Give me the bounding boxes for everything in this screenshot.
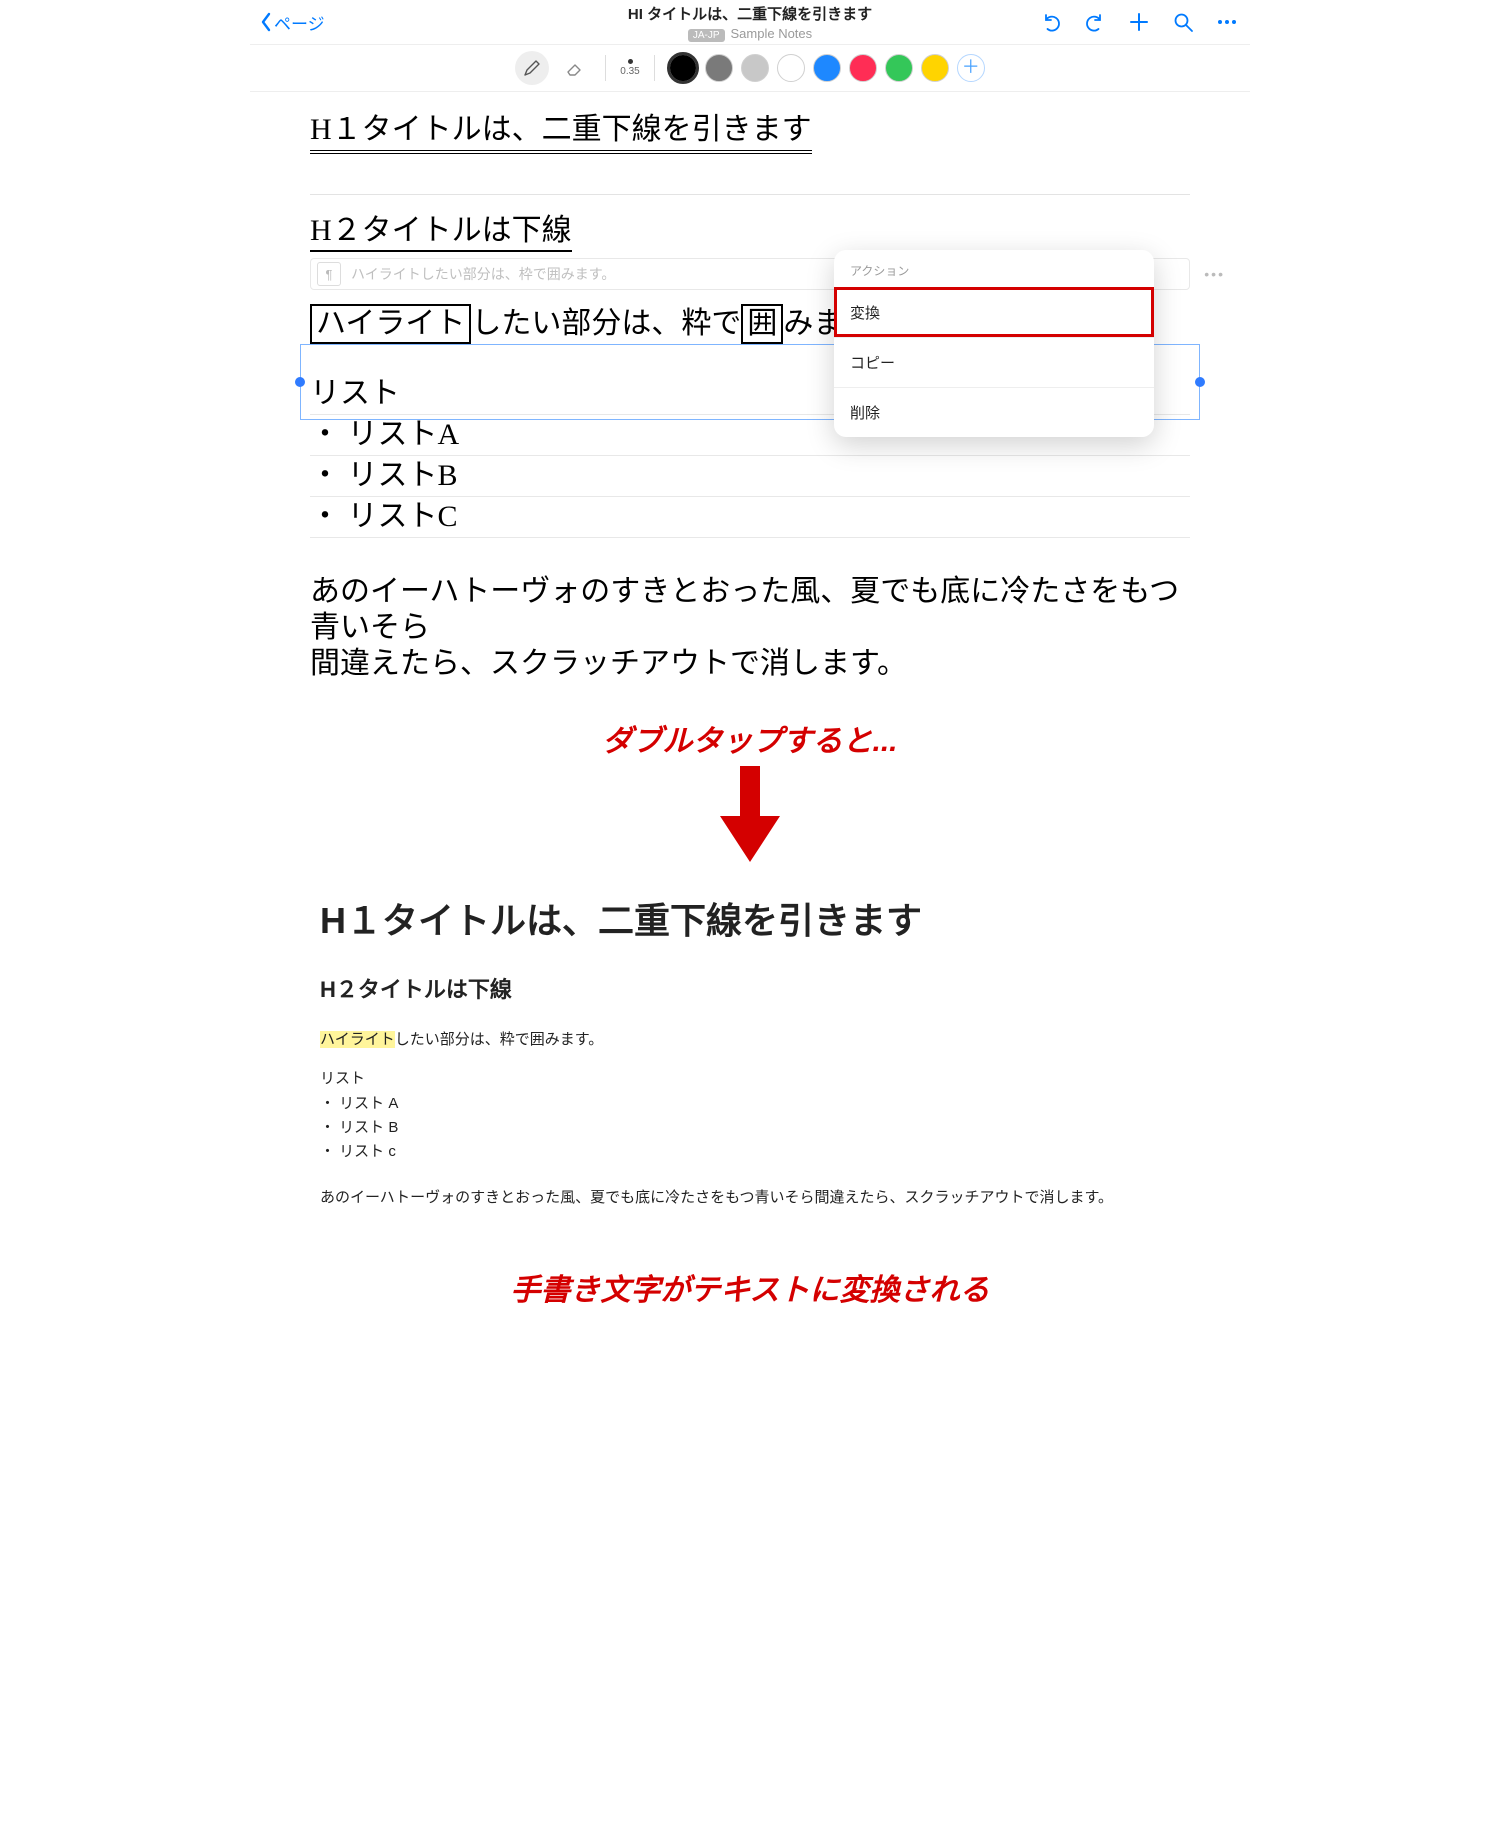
placeholder-text: ハイライトしたい部分は、枠で囲みます。 — [351, 264, 615, 284]
selection-handle-right[interactable] — [1195, 377, 1205, 387]
down-arrow-icon — [250, 766, 1250, 862]
more-dots-icon[interactable]: ••• — [1204, 266, 1225, 282]
color-swatch-lightgray[interactable] — [741, 54, 769, 82]
annotation-caption-2: 手書き文字がテキストに変換される — [250, 1265, 1250, 1309]
paragraph-icon: ¶ — [317, 262, 341, 286]
stroke-size-value: 0.35 — [620, 66, 639, 77]
chevron-left-icon — [260, 12, 272, 32]
add-color-button[interactable]: ＋ — [957, 54, 985, 82]
converted-list-title: リスト — [320, 1067, 1180, 1088]
separator — [605, 55, 606, 81]
list-item: ・ リスト A — [320, 1092, 1180, 1116]
pen-tool[interactable] — [515, 51, 549, 85]
color-swatch-red[interactable] — [849, 54, 877, 82]
hw-h2: H２タイトルは下線 — [310, 213, 572, 252]
context-menu: アクション 変換 コピー 削除 — [834, 250, 1154, 437]
color-swatch-white[interactable] — [777, 54, 805, 82]
more-icon[interactable] — [1214, 9, 1240, 35]
color-swatch-blue[interactable] — [813, 54, 841, 82]
boxed-word: 囲 — [741, 304, 783, 344]
list-item: ・ リスト c — [320, 1140, 1180, 1164]
list-item: ・ リスト B — [320, 1116, 1180, 1140]
hw-list-item: ・ リストC — [310, 499, 458, 535]
document-subtitle: Sample Notes — [731, 26, 813, 41]
nav-actions — [1038, 9, 1240, 35]
context-menu-convert[interactable]: 変換 — [834, 287, 1154, 337]
stroke-dot-icon — [628, 59, 633, 64]
back-button[interactable]: ページ — [260, 10, 325, 35]
redo-icon[interactable] — [1082, 9, 1108, 35]
pencil-icon — [522, 58, 542, 78]
boxed-word: ハイライト — [310, 304, 471, 344]
converted-h1: H１タイトルは、二重下線を引きます — [320, 892, 1180, 944]
hw-list-item: ・ リストB — [310, 458, 458, 494]
hw-list-item: ・ リストA — [310, 417, 459, 453]
search-icon[interactable] — [1170, 9, 1196, 35]
toolbar: 0.35 ＋ — [250, 45, 1250, 92]
converted-paragraph: あのイーハトーヴォのすきとおった風、夏でも底に冷たさをもつ青いそら間違えたら、ス… — [320, 1186, 1180, 1207]
stroke-size-button[interactable]: 0.35 — [620, 59, 639, 77]
color-swatch-gray[interactable] — [705, 54, 733, 82]
undo-icon[interactable] — [1038, 9, 1064, 35]
highlighted-word: ハイライト — [320, 1031, 395, 1048]
plus-icon[interactable] — [1126, 9, 1152, 35]
converted-output: H１タイトルは、二重下線を引きます H２タイトルは下線 ハイライトしたい部分は、… — [250, 878, 1250, 1255]
locale-tag: JA-JP — [688, 29, 725, 42]
separator — [654, 55, 655, 81]
hw-paragraph: あのイーハトーヴォのすきとおった風、夏でも底に冷たさをもつ青いそら 間違えたら、… — [310, 574, 1190, 682]
annotation-caption-1: ダブルタップすると... — [250, 716, 1250, 760]
context-menu-delete[interactable]: 削除 — [834, 387, 1154, 437]
context-menu-copy[interactable]: コピー — [834, 337, 1154, 387]
color-swatch-green[interactable] — [885, 54, 913, 82]
converted-list: ・ リスト A ・ リスト B ・ リスト c — [320, 1092, 1180, 1164]
eraser-icon — [564, 58, 584, 78]
converted-highlight-line: ハイライトしたい部分は、粋で囲みます。 — [320, 1028, 1180, 1049]
color-swatch-yellow[interactable] — [921, 54, 949, 82]
hw-h1: H１タイトルは、二重下線を引きます — [310, 112, 812, 154]
selection-handle-left[interactable] — [295, 377, 305, 387]
converted-h2: H２タイトルは下線 — [320, 972, 1180, 1004]
eraser-tool[interactable] — [557, 51, 591, 85]
back-label: ページ — [274, 10, 325, 35]
nav-bar: ページ HI タイトルは、二重下線を引きます JA-JPSample Notes — [250, 0, 1250, 45]
color-swatch-black[interactable] — [669, 54, 697, 82]
note-canvas[interactable]: H１タイトルは、二重下線を引きます H２タイトルは下線 ¶ ハイライトしたい部分… — [250, 92, 1250, 692]
context-menu-header: アクション — [834, 250, 1154, 287]
